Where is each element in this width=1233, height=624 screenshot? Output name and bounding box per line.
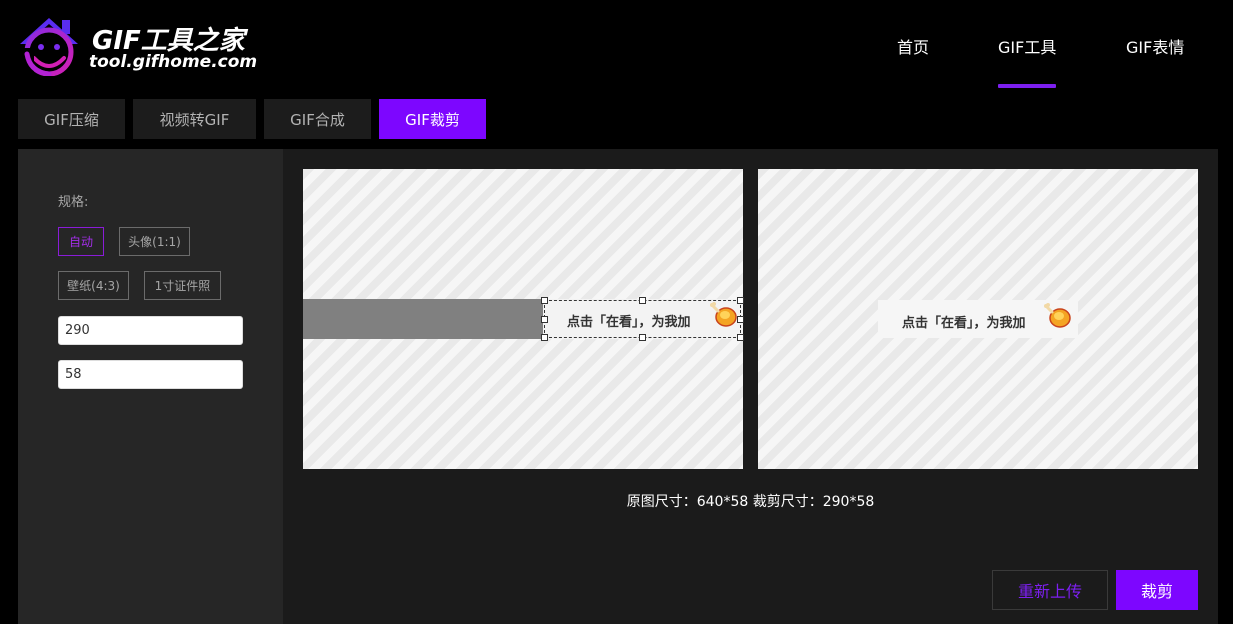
crop-panel: 规格: 自动 头像(1:1) 壁纸(4:3) 1寸证件照 点击「在看」，为我加: [18, 149, 1218, 624]
nav-active-indicator: [998, 84, 1056, 88]
drumstick-icon: [1044, 303, 1071, 328]
source-canvas: 点击「在看」，为我加: [303, 169, 744, 469]
preset-avatar-button[interactable]: 头像(1:1): [119, 227, 190, 256]
nav-item-home[interactable]: 首页: [897, 34, 929, 58]
reupload-button[interactable]: 重新上传: [992, 570, 1108, 610]
crop-selection-box[interactable]: [541, 297, 744, 341]
preset-wallpaper-button[interactable]: 壁纸(4:3): [58, 271, 129, 300]
crop-handle-top-left[interactable]: [541, 297, 548, 304]
house-smiley-icon: [16, 18, 78, 76]
tab-gif-merge[interactable]: GIF合成: [264, 99, 371, 139]
crop-handle-bottom-left[interactable]: [541, 334, 548, 341]
result-canvas: 点击「在看」，为我加: [758, 169, 1198, 469]
tab-video-to-gif[interactable]: 视频转GIF: [133, 99, 256, 139]
size-info: 原图尺寸：640*58 裁剪尺寸：290*58: [626, 494, 875, 510]
nav-item-gif-tools[interactable]: GIF工具: [998, 34, 1056, 58]
tab-gif-compress[interactable]: GIF压缩: [18, 99, 125, 139]
crop-handle-bottom-right[interactable]: [737, 334, 744, 341]
settings-sidebar: 规格: 自动 头像(1:1) 壁纸(4:3) 1寸证件照: [18, 149, 283, 624]
brand-url: tool.gifhome.com: [89, 52, 258, 72]
spec-label: 规格:: [58, 195, 89, 210]
crop-button[interactable]: 裁剪: [1116, 570, 1198, 610]
crop-handle-bottom[interactable]: [639, 334, 646, 341]
preset-id-photo-button[interactable]: 1寸证件照: [144, 271, 221, 300]
result-banner-text: 点击「在看」，为我加: [902, 316, 1026, 331]
preset-auto-button[interactable]: 自动: [58, 227, 104, 256]
cropped-out-overlay: [303, 299, 543, 339]
logo[interactable]: GIF工具之家 tool.gifhome.com: [16, 14, 258, 80]
crop-handle-top[interactable]: [639, 297, 646, 304]
result-image: 点击「在看」，为我加: [878, 300, 1078, 338]
height-input[interactable]: [58, 360, 243, 389]
tab-gif-crop[interactable]: GIF裁剪: [379, 99, 486, 139]
page: GIF工具之家 tool.gifhome.com 首页 GIF工具 GIF表情 …: [0, 0, 1233, 624]
crop-handle-top-right[interactable]: [737, 297, 744, 304]
nav-item-gif-emoji[interactable]: GIF表情: [1126, 34, 1184, 58]
crop-handle-left[interactable]: [541, 316, 548, 323]
crop-handle-right[interactable]: [737, 316, 744, 323]
width-input[interactable]: [58, 316, 243, 345]
